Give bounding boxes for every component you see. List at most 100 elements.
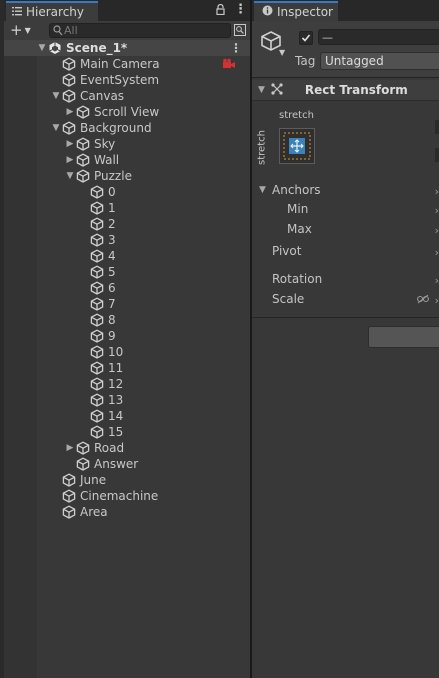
constrain-proportions-icon[interactable]	[417, 293, 429, 307]
hierarchy-search[interactable]	[49, 23, 231, 38]
hierarchy-item[interactable]: ▶ Scroll View	[4, 104, 250, 120]
gameobject-cube-icon	[90, 393, 104, 407]
pivot-label: Pivot	[272, 244, 302, 258]
gameobject-cube-icon	[76, 441, 90, 455]
hierarchy-item[interactable]: Area	[4, 504, 250, 520]
tag-dropdown[interactable]: Untagged	[320, 52, 439, 70]
collapse-arrow-icon[interactable]: ▶	[64, 139, 76, 149]
collapse-arrow-icon[interactable]: ▼	[258, 85, 265, 95]
collapse-arrow-icon[interactable]: ▶	[64, 107, 76, 117]
tag-dropdown-value: Untagged	[325, 54, 384, 68]
hierarchy-item[interactable]: 13	[4, 392, 250, 408]
gameobject-cube-icon	[90, 281, 104, 295]
hierarchy-item-label: Road	[94, 441, 125, 455]
hierarchy-item[interactable]: 8	[4, 312, 250, 328]
hierarchy-item[interactable]: 12	[4, 376, 250, 392]
hierarchy-item-label: Sky	[94, 137, 116, 151]
hierarchy-item[interactable]: 0	[4, 184, 250, 200]
gameobject-cube-icon	[76, 153, 90, 167]
hierarchy-item[interactable]: ▶ Wall	[4, 152, 250, 168]
gameobject-name-field[interactable]	[318, 29, 439, 45]
gameobject-cube-icon	[90, 265, 104, 279]
hierarchy-item-label: Answer	[94, 457, 139, 471]
hierarchy-item-label: EventSystem	[80, 73, 160, 87]
tab-hierarchy[interactable]: Hierarchy	[6, 1, 98, 21]
rotation-row[interactable]: Rotation	[272, 270, 322, 288]
kebab-menu-icon[interactable]: ⋮	[234, 2, 247, 17]
chevron-right-icon: ›	[434, 185, 439, 198]
hierarchy-item[interactable]: Answer	[4, 456, 250, 472]
rect-transform-header[interactable]: ▼ Rect Transform	[252, 80, 439, 101]
hierarchy-item-label: 5	[108, 265, 116, 279]
hierarchy-item[interactable]: 5	[4, 264, 250, 280]
chevron-right-icon: ›	[434, 246, 439, 259]
active-checkbox[interactable]	[299, 31, 313, 45]
collapse-arrow-icon[interactable]: ▶	[64, 443, 76, 453]
hierarchy-item[interactable]: ▼ Puzzle	[4, 168, 250, 184]
hierarchy-item-label: 12	[108, 377, 124, 391]
gameobject-cube-icon	[90, 377, 104, 391]
hierarchy-item-label: 9	[108, 329, 116, 343]
add-object-button[interactable]: + ▼	[10, 23, 31, 38]
hierarchy-item[interactable]: ▼ Background	[4, 120, 250, 136]
hierarchy-item[interactable]: June	[4, 472, 250, 488]
hierarchy-item[interactable]: 1	[4, 200, 250, 216]
expand-arrow-icon[interactable]: ▼	[36, 43, 48, 53]
anchors-label: Anchors	[272, 183, 321, 197]
anchor-max-label: Max	[287, 222, 312, 236]
gameobject-cube-icon	[90, 233, 104, 247]
hierarchy-item-label: 4	[108, 249, 116, 263]
expand-arrow-icon[interactable]: ▼	[50, 91, 62, 101]
hierarchy-item-label: 15	[108, 425, 124, 439]
hierarchy-item[interactable]: 7	[4, 296, 250, 312]
hierarchy-item[interactable]: EventSystem	[4, 72, 250, 88]
hierarchy-item-label: Main Camera	[80, 57, 160, 71]
gameobject-cube-icon	[90, 217, 104, 231]
hierarchy-item[interactable]: 15	[4, 424, 250, 440]
tab-inspector[interactable]: Inspector	[254, 1, 338, 21]
collapse-arrow-icon[interactable]: ▶	[64, 155, 76, 165]
hierarchy-item[interactable]: 2	[4, 216, 250, 232]
gameobject-cube-icon	[90, 345, 104, 359]
hierarchy-item-label: June	[80, 473, 107, 487]
hierarchy-panel: Hierarchy ⋮ +▼ ▼ Scene_1* ⋮ Main Ca	[4, 0, 250, 678]
hierarchy-item[interactable]: ▶ Road	[4, 440, 250, 456]
scale-row[interactable]: Scale	[272, 290, 304, 308]
tab-inspector-label: Inspector	[277, 5, 333, 19]
anchor-min-row[interactable]: Min	[287, 200, 308, 218]
gameobject-cube-icon	[62, 57, 76, 71]
rect-transform-title: Rect Transform	[304, 83, 408, 97]
hierarchy-item-label: 14	[108, 409, 124, 423]
search-input[interactable]	[64, 24, 214, 37]
hierarchy-item[interactable]: 10	[4, 344, 250, 360]
hierarchy-tab-bar: Hierarchy ⋮	[4, 0, 250, 21]
chevron-right-icon: ›	[434, 204, 439, 217]
hierarchy-item[interactable]: Main Camera	[4, 56, 250, 72]
expand-arrow-icon[interactable]: ▼	[64, 171, 76, 181]
hierarchy-item[interactable]: Cinemachine	[4, 488, 250, 504]
hierarchy-item[interactable]: 6	[4, 280, 250, 296]
add-component-button[interactable]	[368, 326, 439, 348]
anchor-preset-button[interactable]	[279, 128, 315, 164]
scene-kebab-menu-icon[interactable]: ⋮	[230, 41, 242, 55]
scene-row[interactable]: ▼ Scene_1* ⋮	[4, 40, 250, 56]
hierarchy-item[interactable]: 9	[4, 328, 250, 344]
hierarchy-item[interactable]: 3	[4, 232, 250, 248]
gameobject-cube-icon	[90, 425, 104, 439]
pivot-row[interactable]: Pivot	[272, 242, 301, 260]
hierarchy-item[interactable]: 11	[4, 360, 250, 376]
chevron-down-icon[interactable]: ▼	[279, 48, 285, 57]
hierarchy-item[interactable]: 14	[4, 408, 250, 424]
hierarchy-item-label: 7	[108, 297, 116, 311]
expand-arrow-icon[interactable]: ▼	[259, 181, 266, 199]
hierarchy-item[interactable]: ▼ Canvas	[4, 88, 250, 104]
unity-scene-icon	[48, 41, 62, 55]
anchor-max-row[interactable]: Max	[287, 220, 312, 238]
expand-arrow-icon[interactable]: ▼	[50, 123, 62, 133]
gameobject-cube-icon	[76, 457, 90, 471]
hierarchy-item[interactable]: 4	[4, 248, 250, 264]
hierarchy-item[interactable]: ▶ Sky	[4, 136, 250, 152]
scene-visibility-icon[interactable]	[234, 24, 246, 39]
gameobject-cube-icon	[90, 361, 104, 375]
lock-icon[interactable]	[216, 3, 225, 18]
